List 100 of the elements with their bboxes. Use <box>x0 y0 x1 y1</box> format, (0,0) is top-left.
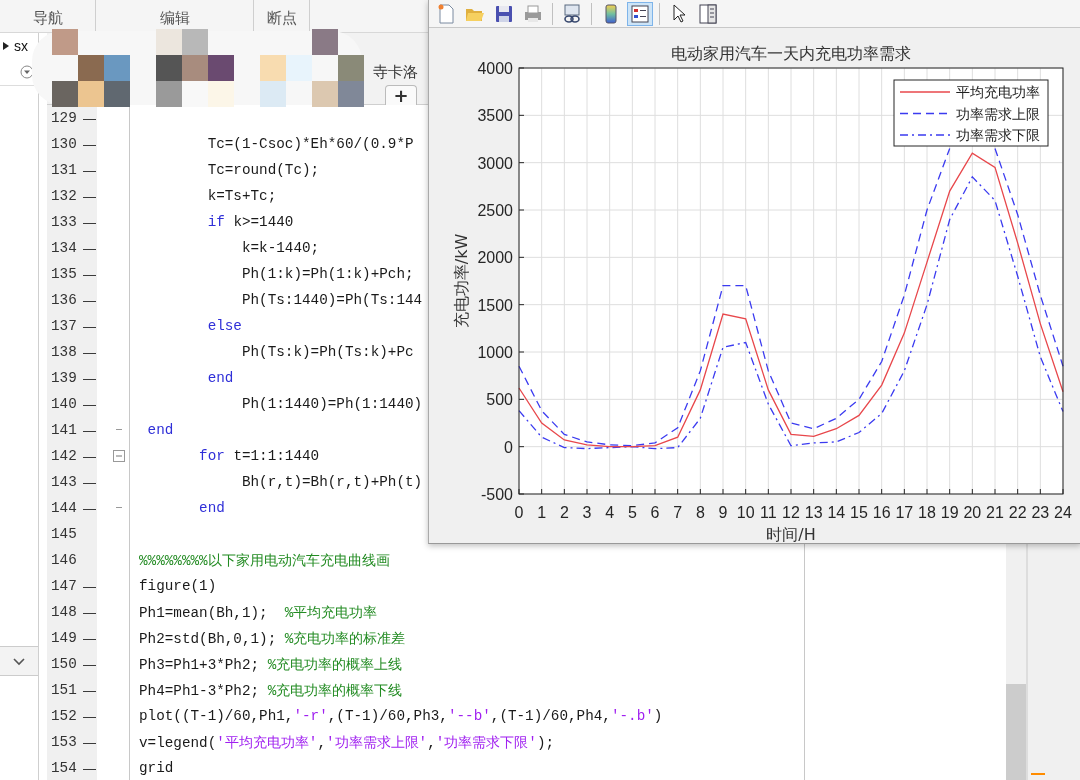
document-icon <box>437 3 455 24</box>
code-line: Ph4=Ph1-3*Ph2; %充电功率的概率下线 <box>138 681 403 700</box>
expand-icon[interactable] <box>2 41 10 51</box>
line-marker: — <box>83 474 96 490</box>
line-number: 140 <box>50 396 78 412</box>
chart-title: 电动家用汽车一天内充电功率需求 <box>671 44 911 63</box>
line-marker: — <box>83 604 96 620</box>
y-axis-label: 充电功率/kW <box>452 233 471 329</box>
code-line: Ph2=std(Bh,0,1); %充电功率的标准差 <box>138 629 406 648</box>
line-marker: — <box>83 500 96 516</box>
dropdown-icon[interactable] <box>20 65 34 79</box>
x-tick-label: 10 <box>736 504 755 521</box>
line-marker: — <box>83 188 96 204</box>
x-axis-label: 时间/H <box>766 525 816 543</box>
x-tick-label: 1 <box>537 504 547 521</box>
toolbar-section-label: 断点 <box>266 9 297 28</box>
line-marker: — <box>83 656 96 672</box>
x-tick-label: 8 <box>695 504 705 521</box>
x-tick-label: 7 <box>673 504 683 521</box>
fold-toggle-icon[interactable] <box>113 450 125 462</box>
x-tick-label: 19 <box>940 504 959 521</box>
code-line: plot((T-1)/60,Ph1,'-r',(T-1)/60,Ph3,'--b',(T-1)/60,Ph4,'-.b') <box>138 708 663 724</box>
line-marker: — <box>83 630 96 646</box>
x-tick-label: 4 <box>605 504 615 521</box>
code-line: end <box>146 422 174 438</box>
x-tick-label: 2 <box>559 504 569 521</box>
code-line: Ph1=mean(Bh,1); %平均充电功率 <box>138 603 378 622</box>
x-tick-label: 16 <box>872 504 891 521</box>
code-line: Ph3=Ph1+3*Ph2; %充电功率的概率上线 <box>138 655 403 674</box>
x-tick-label: 5 <box>627 504 637 521</box>
line-number: 146 <box>50 552 78 568</box>
x-tick-label: 23 <box>1031 504 1050 521</box>
x-tick-label: 14 <box>827 504 846 521</box>
y-tick-label: 1500 <box>477 296 513 314</box>
y-tick-label: 0 <box>504 438 513 456</box>
legend-tool-button[interactable] <box>627 1 653 26</box>
y-tick-label: 500 <box>486 391 513 409</box>
chevron-down-icon[interactable] <box>12 656 26 666</box>
line-number: 132 <box>50 188 78 204</box>
code-line: k=k-1440; <box>240 240 320 256</box>
line-number: 154 <box>50 760 78 776</box>
code-line: Ph(Ts:1440)=Ph(Ts:144 <box>240 292 423 308</box>
code-line: if k>=1440 <box>206 214 294 230</box>
code-line: end <box>206 370 234 386</box>
x-tick-label: 11 <box>760 504 777 521</box>
x-tick-label: 18 <box>918 504 936 521</box>
legend-label: 功率需求下限 <box>956 127 1040 143</box>
line-marker: — <box>83 708 96 724</box>
y-tick-label: 2500 <box>477 202 513 219</box>
line-marker: — <box>83 136 96 152</box>
y-tick-label: 3000 <box>477 154 513 172</box>
new-tab-button[interactable]: + <box>385 85 417 105</box>
panel-icon <box>699 3 717 24</box>
line-number: 134 <box>50 240 78 256</box>
code-line: else <box>206 318 242 334</box>
line-number: 137 <box>50 318 78 334</box>
line-marker: — <box>83 396 96 412</box>
editor-tab[interactable]: 寺卡洛 <box>373 63 418 82</box>
line-marker: — <box>83 344 96 360</box>
x-tick-label: 6 <box>650 504 660 521</box>
code-line: Ph(1:1440)=Ph(1:1440) <box>240 396 423 412</box>
legend-line-sample <box>899 91 951 93</box>
x-tick-label: 9 <box>718 504 728 521</box>
folder-name[interactable]: sx <box>14 38 28 54</box>
legend-label: 功率需求上限 <box>956 105 1040 122</box>
x-tick-label: 0 <box>514 504 524 521</box>
line-number: 143 <box>50 474 78 490</box>
line-marker: — <box>83 682 96 698</box>
code-line: Tc=round(Tc); <box>206 162 320 178</box>
x-tick-label: 3 <box>582 504 592 521</box>
pointer-icon <box>672 3 686 24</box>
line-number: 141 <box>50 422 78 438</box>
toolbar-section-label: 导航 <box>32 9 63 28</box>
scrollbar-thumb[interactable] <box>1006 684 1026 780</box>
legend-label: 平均充电功率 <box>956 84 1040 100</box>
code-line: figure(1) <box>138 578 217 594</box>
line-number: 139 <box>50 370 78 386</box>
line-marker: — <box>83 240 96 256</box>
line-number: 136 <box>50 292 78 308</box>
x-tick-label: 21 <box>986 504 1004 521</box>
line-number: 148 <box>50 604 78 620</box>
line-marker: — <box>83 292 96 308</box>
code-line: Ph(1:k)=Ph(1:k)+Pch; <box>240 266 414 282</box>
line-marker: — <box>83 734 96 750</box>
y-tick-label: -500 <box>480 486 513 503</box>
x-tick-label: 17 <box>895 504 914 521</box>
line-number: 151 <box>50 682 78 698</box>
code-line: for t=1:1:1440 <box>198 448 320 464</box>
line-number: 133 <box>50 214 78 230</box>
legend-line-sample <box>899 134 951 136</box>
line-number: 138 <box>50 344 78 360</box>
line-number: 149 <box>50 630 78 646</box>
line-number: 152 <box>50 708 78 724</box>
line-number: 150 <box>50 656 78 672</box>
line-number: 129 <box>50 110 78 126</box>
x-tick-label: 13 <box>804 504 823 521</box>
line-marker: — <box>83 448 96 464</box>
line-number: 130 <box>50 136 78 152</box>
y-tick-label: 3500 <box>477 107 513 125</box>
line-number: 153 <box>50 734 78 750</box>
